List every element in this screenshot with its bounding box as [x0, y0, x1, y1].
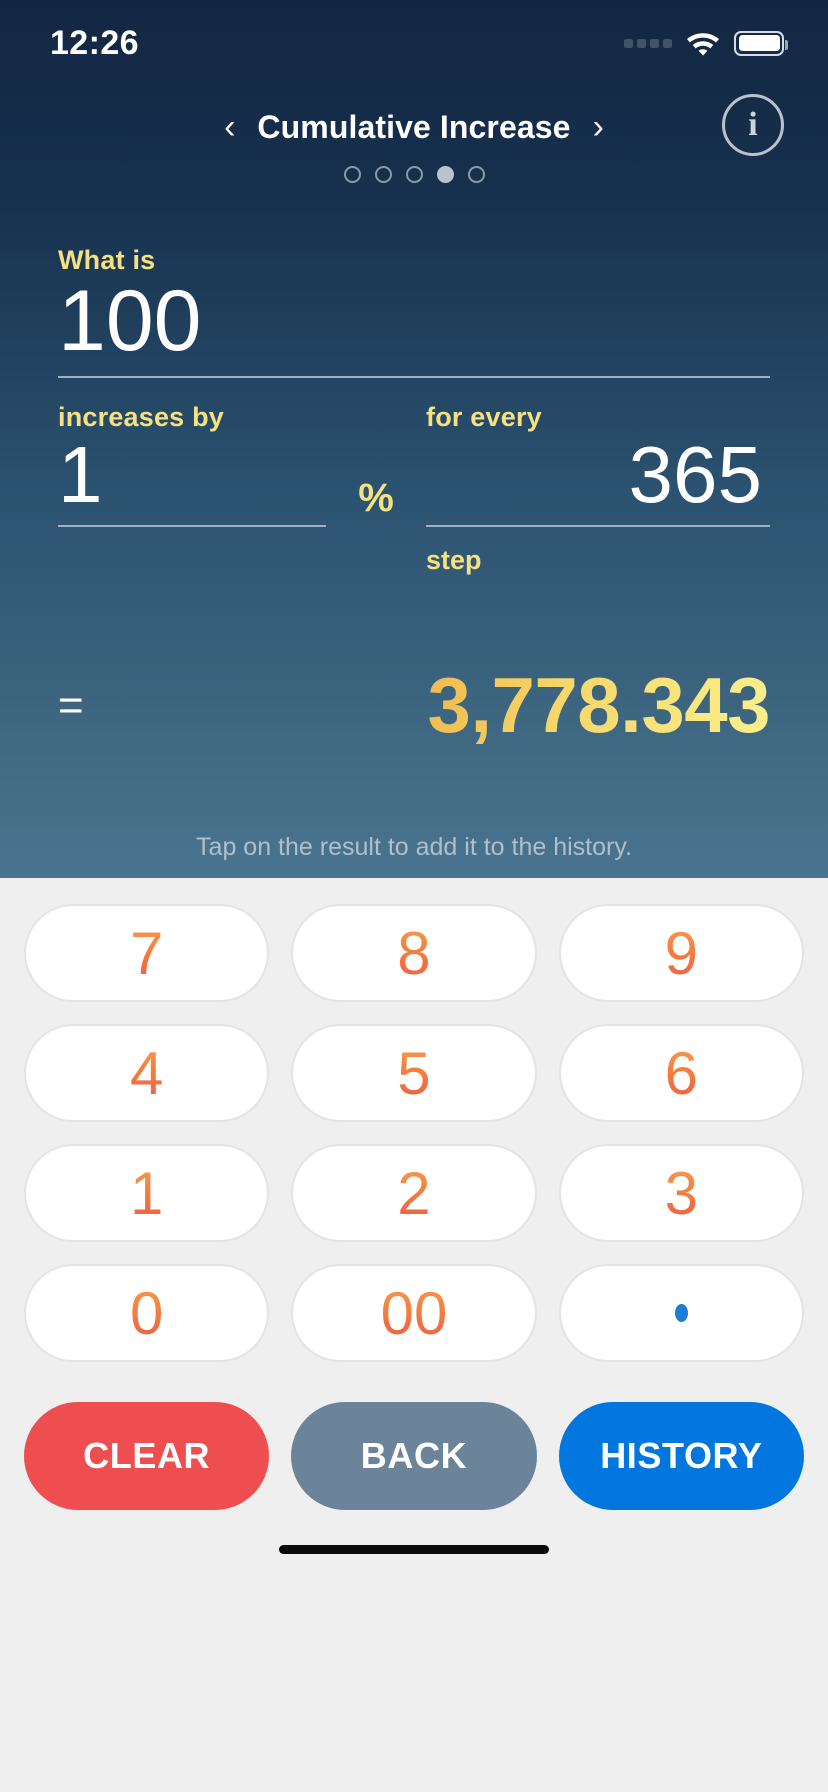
- key-2-label: 2: [397, 1159, 431, 1227]
- page-dot[interactable]: [343, 166, 361, 183]
- rate-and-steps-row: increases by 1 % for every 365 step: [58, 402, 770, 576]
- key-7[interactable]: 7: [24, 904, 270, 1002]
- rate-input[interactable]: 1: [58, 433, 326, 519]
- clear-button[interactable]: CLEAR: [24, 1402, 270, 1510]
- status-indicators: [624, 30, 788, 56]
- status-bar: 12:26: [0, 0, 828, 70]
- result-row[interactable]: = 3,778.343: [58, 660, 770, 751]
- mode-switcher: ‹ Cumulative Increase ›: [224, 109, 604, 146]
- page-dot-active[interactable]: [436, 166, 454, 183]
- key-8[interactable]: 8: [291, 904, 537, 1002]
- key-6-label: 6: [664, 1039, 698, 1107]
- key-1-label: 1: [129, 1159, 164, 1227]
- page-dot[interactable]: [405, 166, 423, 183]
- history-button[interactable]: HISTORY: [558, 1402, 804, 1510]
- keypad-row: 4 5 6: [24, 1024, 804, 1122]
- home-indicator[interactable]: [279, 1544, 549, 1554]
- page-dot[interactable]: [467, 166, 485, 183]
- steps-field[interactable]: for every 365 step: [426, 402, 770, 576]
- decimal-point-icon: [674, 1304, 688, 1322]
- steps-input[interactable]: 365: [426, 433, 770, 519]
- steps-sub-label: step: [426, 545, 482, 576]
- rate-label: increases by: [58, 402, 225, 433]
- base-amount-input[interactable]: 100: [58, 276, 770, 370]
- home-indicator-wrap: [24, 1510, 804, 1588]
- rate-field[interactable]: increases by 1: [58, 402, 326, 528]
- steps-underline: [426, 525, 770, 528]
- base-amount-field[interactable]: What is 100: [58, 245, 770, 379]
- key-4-label: 4: [129, 1039, 164, 1107]
- battery-icon: [734, 30, 788, 56]
- next-mode-arrow-icon[interactable]: ›: [593, 110, 604, 144]
- key-9[interactable]: 9: [558, 904, 804, 1002]
- key-00-label: 00: [380, 1279, 448, 1347]
- key-5-label: 5: [397, 1039, 431, 1107]
- base-amount-label: What is: [58, 245, 156, 275]
- page-title: Cumulative Increase: [257, 108, 571, 145]
- key-0[interactable]: 0: [24, 1264, 270, 1362]
- app-root: 12:26 ‹ Cumulative Increase › i What is …: [0, 0, 828, 1792]
- key-6[interactable]: 6: [558, 1024, 804, 1122]
- info-icon[interactable]: i: [722, 94, 784, 156]
- rate-underline: [58, 525, 326, 528]
- keypad-row: 7 8 9: [24, 904, 804, 1002]
- wifi-icon: [686, 30, 720, 56]
- page-indicator-dots: [0, 166, 828, 183]
- key-3[interactable]: 3: [558, 1144, 804, 1242]
- percent-symbol: %: [358, 476, 394, 521]
- key-5[interactable]: 5: [291, 1024, 537, 1122]
- keypad-row: 0 00: [24, 1264, 804, 1362]
- key-2[interactable]: 2: [291, 1144, 537, 1242]
- calculator-form: What is 100 increases by 1 % for every 3…: [0, 245, 828, 751]
- status-time: 12:26: [50, 23, 139, 62]
- key-9-label: 9: [664, 919, 698, 987]
- base-amount-underline: [58, 376, 770, 379]
- history-hint-text: Tap on the result to add it to the histo…: [196, 833, 632, 861]
- mode-navigator: ‹ Cumulative Increase › i: [0, 94, 828, 156]
- calculator-panel: 12:26 ‹ Cumulative Increase › i What is …: [0, 0, 828, 878]
- action-buttons-row: CLEAR BACK HISTORY: [24, 1402, 804, 1510]
- numeric-keypad: 7 8 9 4 5 6 1 2 3 0 00 CLEAR BACK HISTOR…: [0, 878, 828, 1792]
- key-decimal-point[interactable]: [558, 1264, 804, 1362]
- key-4[interactable]: 4: [24, 1024, 270, 1122]
- key-0-label: 0: [129, 1279, 164, 1347]
- keypad-row: 1 2 3: [24, 1144, 804, 1242]
- back-button[interactable]: BACK: [291, 1402, 537, 1510]
- equals-sign: =: [58, 680, 84, 730]
- page-dot[interactable]: [374, 166, 392, 183]
- key-3-label: 3: [664, 1159, 698, 1227]
- key-00[interactable]: 00: [291, 1264, 537, 1362]
- steps-label: for every: [426, 402, 542, 433]
- signal-bars-icon: [624, 38, 672, 48]
- result-value[interactable]: 3,778.343: [427, 660, 770, 751]
- key-7-label: 7: [129, 919, 164, 987]
- prev-mode-arrow-icon[interactable]: ‹: [224, 110, 235, 144]
- key-1[interactable]: 1: [24, 1144, 270, 1242]
- key-8-label: 8: [397, 919, 431, 987]
